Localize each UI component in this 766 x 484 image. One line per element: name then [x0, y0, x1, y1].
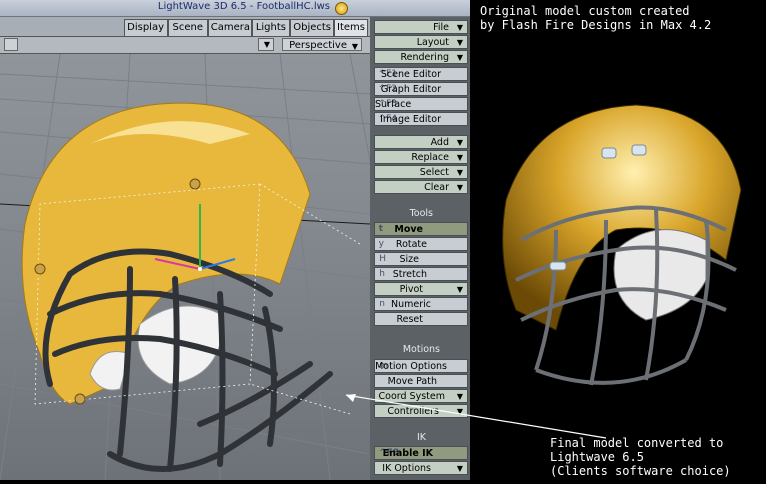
scene-editor-button[interactable]: ^F1 Scene Editor	[374, 67, 468, 81]
clear-menu[interactable]: ▼ Clear	[374, 180, 468, 194]
viewport-maximize-button[interactable]	[4, 38, 18, 51]
image-editor-button[interactable]: ^F4 Image Editor	[374, 112, 468, 126]
note-line: Lightwave 6.5	[550, 450, 644, 464]
viewport-view-select[interactable]: ▼ Perspective	[282, 38, 362, 51]
window-title: LightWave 3D 6.5 - FootballHC.lws	[157, 1, 330, 12]
pivot-menu[interactable]: ▼ Pivot	[374, 282, 468, 296]
replace-menu[interactable]: ▼ Replace	[374, 150, 468, 164]
motions-header: Motions	[402, 344, 440, 355]
chevron-down-icon: ▼	[456, 464, 463, 473]
chevron-down-icon: ▼	[456, 53, 463, 62]
perspective-viewport[interactable]	[0, 54, 370, 480]
viewport-render-mode-button[interactable]: ▼	[258, 38, 274, 51]
ik-options-menu[interactable]: ▼ IK Options	[374, 461, 468, 475]
numeric-button[interactable]: n Numeric	[374, 297, 468, 311]
select-menu[interactable]: ▼ Select	[374, 165, 468, 179]
layout-menu[interactable]: ▼ Layout	[374, 35, 468, 49]
stretch-tool-button[interactable]: h Stretch	[374, 267, 468, 281]
chevron-down-icon: ▼	[456, 153, 463, 162]
chevron-down-icon: ▼	[456, 183, 463, 192]
tools-header: Tools	[409, 208, 433, 219]
graph-editor-button[interactable]: ^F2 Graph Editor	[374, 82, 468, 96]
tab-display[interactable]: Display	[124, 19, 168, 36]
chevron-down-icon: ▼	[456, 38, 463, 47]
viewport-header: ▼ Perspective ▼	[0, 37, 370, 54]
add-menu[interactable]: ▼ Add	[374, 135, 468, 149]
tab-lights[interactable]: Lights	[252, 19, 290, 36]
chevron-down-icon: ▼	[456, 285, 463, 294]
rendering-menu[interactable]: ▼ Rendering	[374, 50, 468, 64]
note-line: Final model converted to	[550, 436, 724, 450]
rotate-tool-button[interactable]: y Rotate	[374, 237, 468, 251]
chevron-down-icon: ▼	[456, 23, 463, 32]
size-tool-button[interactable]: H Size	[374, 252, 468, 266]
reset-button[interactable]: Reset	[374, 312, 468, 326]
note-original-model: Original model custom created by Flash F…	[480, 4, 760, 32]
chevron-down-icon: ▼	[351, 42, 358, 51]
chevron-down-icon: ▼	[263, 40, 270, 49]
viewport-canvas	[0, 54, 370, 480]
tab-scene[interactable]: Scene	[168, 19, 208, 36]
lightwave-app-icon	[335, 2, 348, 15]
chevron-down-icon: ▼	[456, 138, 463, 147]
note-line: by Flash Fire Designs in Max 4.2	[480, 18, 712, 32]
tab-camera[interactable]: Camera	[208, 19, 252, 36]
note-line: (Clients software choice)	[550, 464, 731, 478]
motion-options-button[interactable]: m Motion Options	[374, 359, 468, 373]
mirrored-scene: LightWave 3D 6.5 - FootballHC.lws Items …	[0, 0, 766, 480]
note-final-model: Final model converted to Lightwave 6.5 (…	[550, 436, 766, 478]
tab-items[interactable]: Items	[334, 19, 368, 36]
surface-editor-button[interactable]: ^F3Surface Editor	[374, 97, 468, 123]
move-path-button[interactable]: Move Path	[374, 374, 468, 388]
move-tool-button[interactable]: t Move	[374, 222, 468, 236]
tab-objects[interactable]: Objects	[290, 19, 334, 36]
title-bar: LightWave 3D 6.5 - FootballHC.lws	[0, 0, 470, 17]
chevron-down-icon: ▼	[456, 168, 463, 177]
note-line: Original model custom created	[480, 4, 690, 18]
file-menu[interactable]: ▼ File	[374, 20, 468, 34]
